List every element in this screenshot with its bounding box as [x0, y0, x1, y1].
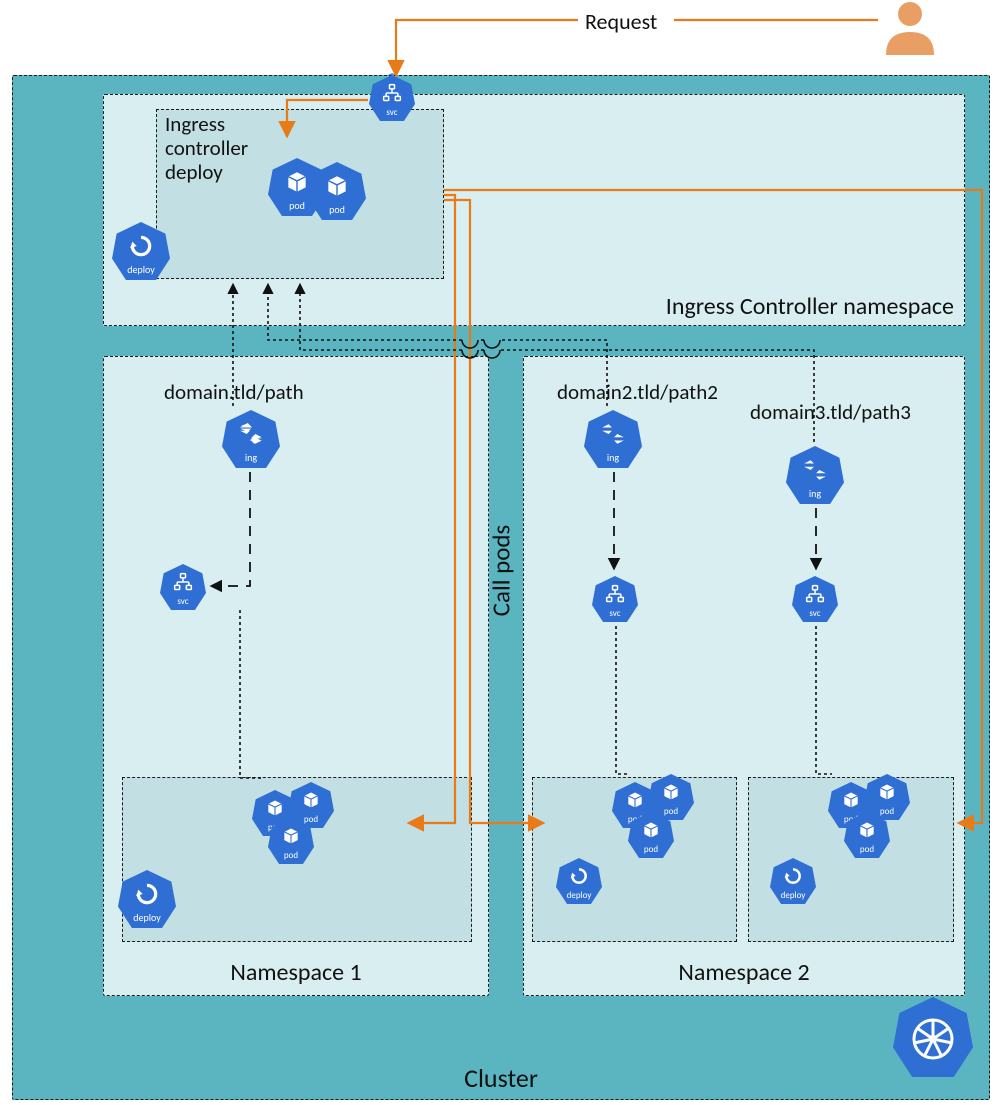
icon-label: deploy	[118, 911, 176, 924]
svc-icon: svc	[160, 564, 206, 610]
icon-label: ing	[222, 451, 280, 464]
icon-label: svc	[369, 107, 415, 118]
request-label: Request	[585, 8, 657, 35]
namespace-1-label: Namespace 1	[104, 958, 488, 987]
icon-label: pod	[308, 203, 366, 216]
icon-label: ing	[786, 487, 844, 500]
icon-label: deploy	[556, 890, 602, 901]
deploy-icon: deploy	[118, 870, 176, 928]
call-pods-label: Call pods	[485, 525, 516, 617]
icon-label: deploy	[770, 890, 816, 901]
icon-label: pod	[628, 844, 674, 855]
pod-icon: pod	[268, 818, 314, 864]
kubernetes-logo-icon	[893, 997, 973, 1077]
svc-icon: svc	[792, 576, 838, 622]
pod-icon: pod	[844, 812, 890, 858]
icon-label: svc	[592, 608, 638, 619]
ic-namespace-label: Ingress Controller namespace	[666, 292, 954, 321]
domain2-label: domain2.tld/path2	[557, 379, 718, 405]
user-icon	[880, 0, 940, 55]
ic-deploy-label: Ingress controller deploy	[165, 112, 285, 184]
deploy-icon: deploy	[556, 858, 602, 904]
icon-label: ing	[584, 451, 642, 464]
ing-icon: ing	[222, 410, 280, 468]
pod-icon: pod	[308, 162, 366, 220]
ing-icon: ing	[584, 410, 642, 468]
cluster-label: Cluster	[13, 1062, 989, 1094]
icon-label: svc	[160, 596, 206, 607]
namespace-2-label: Namespace 2	[524, 958, 964, 987]
svc-icon: svc	[369, 75, 415, 121]
ing-icon: ing	[786, 446, 844, 504]
icon-label: pod	[844, 844, 890, 855]
domain3-label: domain3.tld/path3	[750, 399, 911, 425]
icon-label: svc	[792, 608, 838, 619]
diagram-stage: Request Cluster Ingress Controller names…	[0, 0, 1002, 1105]
ingress-controller-namespace: Ingress Controller namespace Ingress con…	[103, 94, 965, 326]
domain1-label: domain.tld/path	[164, 379, 304, 405]
icon-label: deploy	[112, 263, 170, 276]
deploy-icon: deploy	[770, 858, 816, 904]
deploy-icon: deploy	[112, 222, 170, 280]
pod-icon: pod	[628, 812, 674, 858]
icon-label: pod	[268, 850, 314, 861]
svc-icon: svc	[592, 576, 638, 622]
